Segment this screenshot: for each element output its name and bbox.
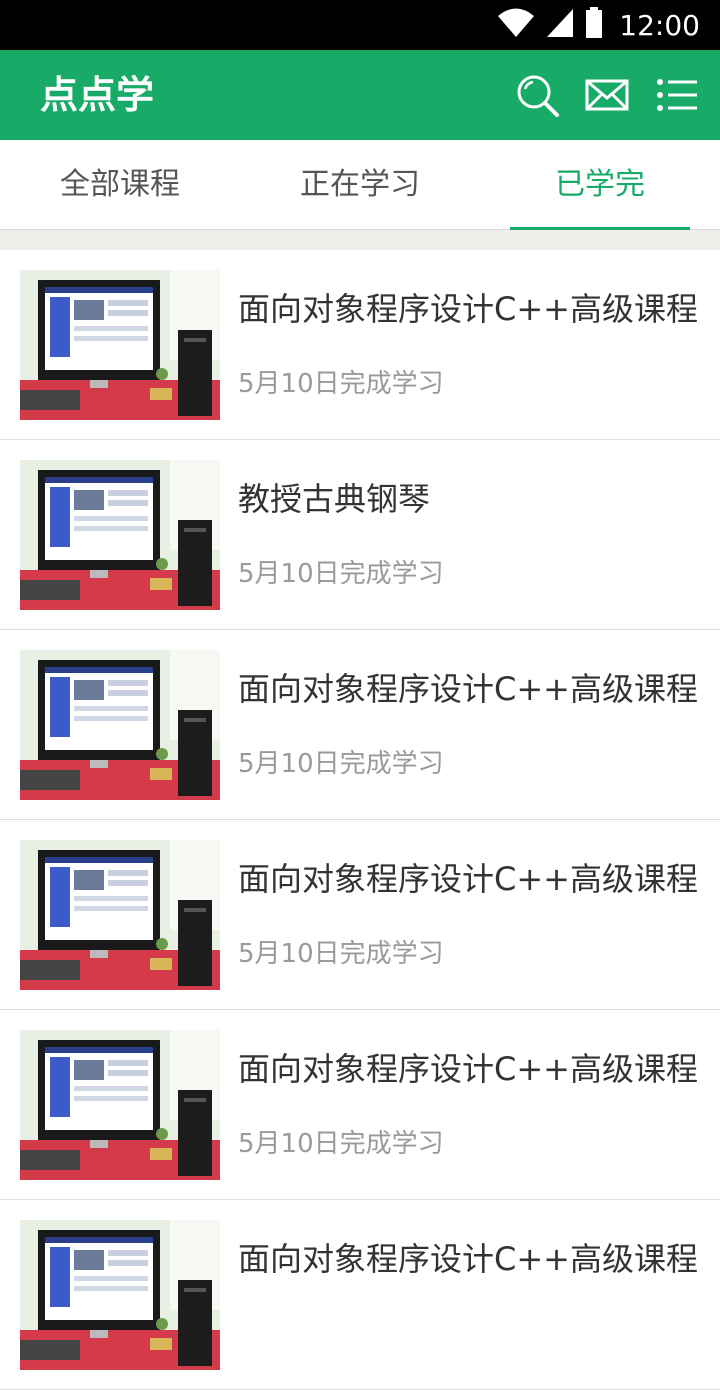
course-thumbnail (20, 840, 220, 990)
course-thumbnail (20, 1030, 220, 1180)
completion-date: 5月10日完成学习 (238, 369, 444, 399)
course-item[interactable]: 面向对象程序设计C++高级课程 5月10日完成学习 (0, 250, 720, 440)
course-title: 教授古典钢琴 (238, 480, 431, 518)
tab-in-progress[interactable]: 正在学习 (240, 140, 480, 230)
course-list: 面向对象程序设计C++高级课程 5月10日完成学习 教授古典钢琴 5月10日完成… (0, 250, 720, 1390)
course-thumbnail (20, 270, 220, 420)
signal-icon (545, 7, 575, 43)
tab-completed[interactable]: 已学完 (480, 140, 720, 230)
completion-date: 5月10日完成学习 (238, 749, 444, 779)
app-bar: 点点学 (0, 50, 720, 140)
completion-date: 5月10日完成学习 (238, 1129, 444, 1159)
course-thumbnail (20, 650, 220, 800)
completion-date: 5月10日完成学习 (238, 939, 444, 969)
course-title: 面向对象程序设计C++高级课程 (238, 670, 698, 708)
battery-icon (585, 7, 603, 43)
course-item[interactable]: 面向对象程序设计C++高级课程 5月10日完成学习 (0, 630, 720, 820)
status-indicators: 12:00 (497, 0, 700, 50)
course-tabs: 全部课程 正在学习 已学完 (0, 140, 720, 230)
course-item[interactable]: 面向对象程序设计C++高级课程 (0, 1200, 720, 1390)
mail-icon[interactable] (584, 72, 630, 118)
course-title: 面向对象程序设计C++高级课程 (238, 290, 698, 328)
tab-all-courses[interactable]: 全部课程 (0, 140, 240, 230)
clock: 12:00 (619, 8, 700, 42)
course-title: 面向对象程序设计C++高级课程 (238, 1050, 698, 1088)
completion-date: 5月10日完成学习 (238, 559, 444, 589)
menu-list-icon[interactable] (654, 72, 700, 118)
search-icon[interactable] (514, 72, 560, 118)
course-title: 面向对象程序设计C++高级课程 (238, 1240, 698, 1278)
course-item[interactable]: 面向对象程序设计C++高级课程 5月10日完成学习 (0, 820, 720, 1010)
course-item[interactable]: 面向对象程序设计C++高级课程 5月10日完成学习 (0, 1010, 720, 1200)
section-divider (0, 230, 720, 250)
course-item[interactable]: 教授古典钢琴 5月10日完成学习 (0, 440, 720, 630)
course-title: 面向对象程序设计C++高级课程 (238, 860, 698, 898)
course-thumbnail (20, 1220, 220, 1370)
app-title: 点点学 (40, 73, 155, 117)
app-bar-actions (514, 72, 700, 118)
status-bar: 12:00 (0, 0, 720, 50)
wifi-icon (497, 7, 535, 43)
course-thumbnail (20, 460, 220, 610)
